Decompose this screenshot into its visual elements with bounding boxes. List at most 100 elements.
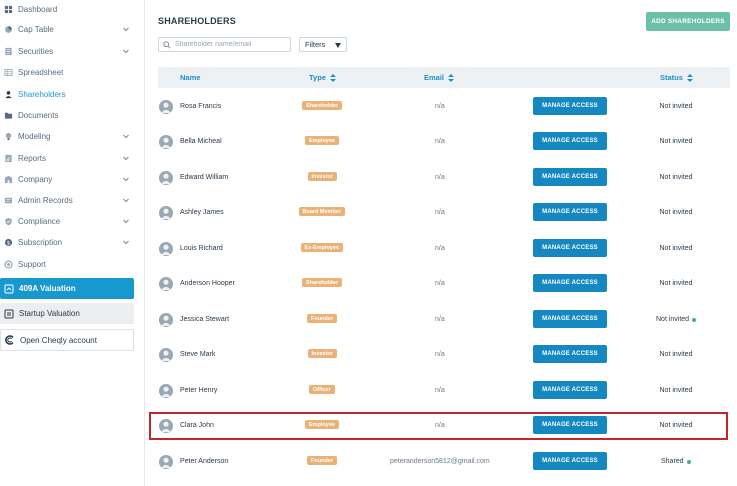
valuation-409a-button[interactable]: 409A Valuation	[0, 278, 134, 299]
search-input[interactable]	[175, 41, 285, 48]
sidebar-item-securities[interactable]: Securities	[0, 42, 140, 60]
add-shareholders-button[interactable]: ADD SHAREHOLDERS	[646, 12, 730, 31]
shareholder-name[interactable]: Ashley James	[180, 209, 224, 216]
shareholders-icon	[4, 90, 13, 99]
manage-access-button[interactable]: MANAGE ACCESS	[533, 345, 607, 363]
user-icon	[161, 386, 171, 397]
table-row: Bella Micheal Employee n/a MANAGE ACCESS Not…	[158, 124, 730, 159]
avatar	[159, 348, 173, 362]
sidebar-item-compliance[interactable]: Compliance	[0, 212, 140, 230]
shareholder-email: n/a	[435, 387, 445, 394]
manage-access-button[interactable]: MANAGE ACCESS	[533, 381, 607, 399]
support-icon	[4, 259, 13, 269]
compliance-icon	[4, 217, 13, 226]
avatar	[159, 206, 173, 220]
shareholder-name[interactable]: Louis Richard	[180, 245, 223, 252]
filters-dropdown[interactable]: Filters	[299, 37, 347, 52]
type-badge: Employee	[305, 136, 339, 145]
status-text: Not invited	[659, 280, 693, 287]
search-icon	[163, 40, 171, 49]
sidebar-item-label: Company	[18, 174, 53, 184]
chevron-down-icon[interactable]	[122, 47, 130, 55]
filters-label: Filters	[305, 40, 326, 49]
chevron-down-icon[interactable]	[122, 132, 130, 140]
shareholder-name[interactable]: Bella Micheal	[180, 138, 222, 145]
table-header: Name Type Email Status	[158, 67, 730, 88]
shareholder-email: n/a	[435, 351, 445, 358]
shareholder-email: n/a	[435, 316, 445, 323]
sidebar-item-shareholders[interactable]: Shareholders	[0, 85, 140, 103]
shareholder-name[interactable]: Peter Henry	[180, 387, 217, 394]
sidebar-item-admin-records[interactable]: Admin Records	[0, 191, 140, 209]
subscription-icon: $	[4, 238, 13, 247]
sidebar-item-label: Securities	[18, 46, 54, 56]
sidebar-item-reports[interactable]: Reports	[0, 149, 140, 167]
avatar	[159, 455, 173, 469]
table-row: Edward William Investor n/a MANAGE ACCESS No…	[158, 160, 730, 195]
startup-valuation-icon	[4, 309, 14, 319]
status-text: Not invited	[659, 351, 693, 358]
table-row: Peter Anderson Founder peteranderson5812@g…	[158, 444, 730, 479]
dashboard-icon	[4, 5, 13, 14]
chevron-down-icon[interactable]	[122, 175, 130, 183]
user-icon	[161, 208, 171, 219]
shareholder-name[interactable]: Jessica Stewart	[180, 316, 229, 323]
shareholder-email: n/a	[435, 245, 445, 252]
sidebar-item-label: Compliance	[18, 216, 61, 226]
column-header-email[interactable]: Email	[424, 73, 455, 82]
open-cheqly-account-button[interactable]: Open Cheqly account	[0, 329, 134, 351]
sidebar-item-modeling[interactable]: Modeling	[0, 127, 140, 145]
status-text: Not invited	[659, 174, 693, 181]
table-row: Rosa Francis Shareholder n/a MANAGE ACCESS N…	[158, 89, 730, 124]
shareholder-name[interactable]: Edward William	[180, 174, 228, 181]
securities-icon	[4, 47, 13, 56]
startup-valuation-label: Startup Valuation	[19, 309, 80, 318]
manage-access-button[interactable]: MANAGE ACCESS	[533, 203, 607, 221]
status-text: Not invited	[659, 209, 693, 216]
user-icon	[161, 137, 171, 148]
user-icon	[161, 457, 171, 468]
avatar	[159, 384, 173, 398]
search-box[interactable]	[158, 37, 291, 52]
column-header-name[interactable]: Name	[180, 73, 200, 82]
chevron-down-icon[interactable]	[122, 217, 130, 225]
sidebar-item-company[interactable]: Company	[0, 170, 140, 188]
manage-access-button[interactable]: MANAGE ACCESS	[533, 274, 607, 292]
page-title: SHAREHOLDERS	[158, 16, 236, 26]
manage-access-button[interactable]: MANAGE ACCESS	[533, 310, 607, 328]
modeling-icon	[4, 132, 13, 141]
sort-icon	[448, 73, 455, 82]
manage-access-button[interactable]: MANAGE ACCESS	[533, 168, 607, 186]
sidebar-item-support[interactable]: Support	[0, 255, 140, 273]
sort-icon	[329, 73, 336, 82]
user-icon	[161, 173, 171, 184]
sidebar-item-label: Shareholders	[18, 89, 66, 99]
status-text: Not invited	[656, 316, 697, 323]
startup-valuation-button[interactable]: Startup Valuation	[0, 303, 134, 324]
company-icon	[4, 175, 13, 184]
chevron-down-icon[interactable]	[122, 154, 130, 162]
shareholder-name[interactable]: Rosa Francis	[180, 103, 221, 110]
sort-icon	[686, 73, 693, 82]
type-badge: Investor	[307, 172, 337, 181]
shareholder-name[interactable]: Peter Anderson	[180, 458, 228, 465]
sidebar-item-subscription[interactable]: $ Subscription	[0, 233, 140, 251]
column-header-status[interactable]: Status	[660, 73, 693, 82]
manage-access-button[interactable]: MANAGE ACCESS	[533, 452, 607, 470]
shareholder-name[interactable]: Anderson Hooper	[180, 280, 235, 287]
sidebar-item-spreadsheet[interactable]: Spreadsheet	[0, 63, 140, 81]
manage-access-button[interactable]: MANAGE ACCESS	[533, 132, 607, 150]
sidebar-item-dashboard[interactable]: Dashboard	[0, 0, 140, 18]
chevron-down-icon[interactable]	[122, 238, 130, 246]
avatar	[159, 171, 173, 185]
spreadsheet-icon	[4, 68, 13, 77]
column-header-type[interactable]: Type	[309, 73, 336, 82]
chevron-down-icon[interactable]	[122, 25, 130, 33]
svg-text:$: $	[7, 240, 10, 246]
manage-access-button[interactable]: MANAGE ACCESS	[533, 97, 607, 115]
sidebar-item-cap-table[interactable]: Cap Table	[0, 20, 140, 38]
shareholder-name[interactable]: Steve Mark	[180, 351, 215, 358]
manage-access-button[interactable]: MANAGE ACCESS	[533, 239, 607, 257]
sidebar-item-documents[interactable]: Documents	[0, 106, 140, 124]
chevron-down-icon[interactable]	[122, 196, 130, 204]
